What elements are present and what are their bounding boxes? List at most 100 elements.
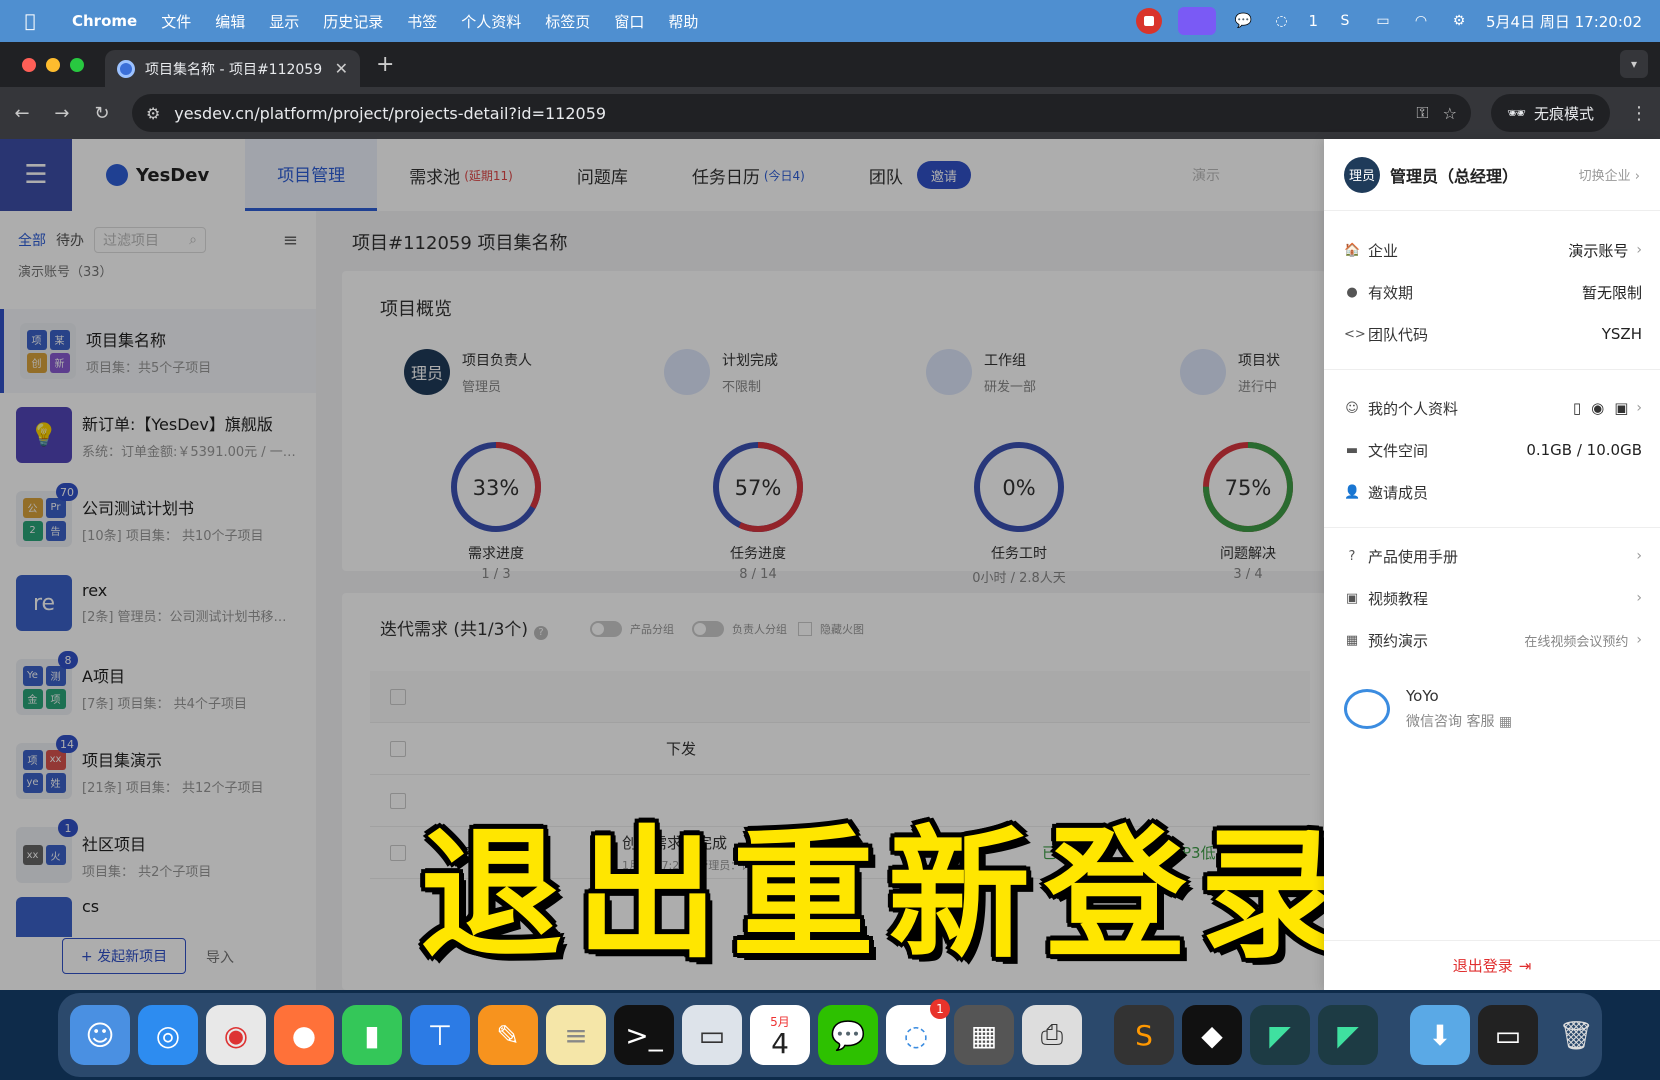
incognito-label: 无痕模式 — [1533, 104, 1594, 123]
message-tray-icon[interactable]: ◌ — [1270, 11, 1292, 31]
terminal-icon[interactable]: ▣ — [1614, 399, 1628, 417]
forward-icon[interactable]: → — [52, 103, 72, 124]
row-value: 演示账号 — [1568, 241, 1629, 260]
screen-record-icon[interactable] — [1136, 8, 1163, 34]
wifi-icon[interactable]: ◠ — [1410, 11, 1432, 31]
row-team-code: <> 团队代码 YSZH — [1324, 313, 1660, 355]
battery-icon[interactable]: ▭ — [1372, 11, 1394, 31]
menu-tab[interactable]: 标签页 — [533, 11, 602, 32]
zoom-window-button[interactable] — [70, 57, 84, 72]
url-text[interactable]: yesdev.cn/platform/project/projects-deta… — [174, 104, 1402, 123]
minimize-window-button[interactable] — [46, 57, 60, 72]
menubar-datetime[interactable]: 5月4日 周日 17:20:02 — [1486, 11, 1642, 32]
yesdev-favicon-icon — [117, 59, 135, 78]
messages-icon[interactable]: ◌ 1 — [886, 999, 950, 1065]
browser-tab-title: 项目集名称 - 项目#112059 - Y — [145, 61, 325, 78]
yoyo-support[interactable]: YoYo 微信咨询 客服 ▦ — [1344, 687, 1512, 731]
browser-tab-active[interactable]: 项目集名称 - 项目#112059 - Y ✕ — [105, 50, 360, 87]
menu-edit[interactable]: 编辑 — [203, 11, 257, 32]
qr-code-icon[interactable]: ▦ — [1499, 714, 1512, 730]
menu-history[interactable]: 历史记录 — [311, 11, 395, 32]
recent-window-icon[interactable]: ▭ — [1478, 1005, 1538, 1065]
menu-app-chrome[interactable]: Chrome — [60, 12, 149, 30]
row-value: 0.1GB / 10.0GB — [1526, 441, 1642, 459]
row-product-manual[interactable]: ? 产品使用手册 › — [1324, 535, 1660, 577]
row-invite-member[interactable]: 👤 邀请成员 — [1324, 471, 1660, 513]
row-label: 视频教程 — [1368, 589, 1429, 608]
reload-icon[interactable]: ↻ — [92, 103, 112, 124]
back-icon[interactable]: ← — [12, 103, 32, 124]
s-app-tray-icon[interactable]: S — [1334, 11, 1356, 31]
new-tab-icon[interactable]: + — [376, 52, 394, 77]
editor-app-2-icon[interactable]: ◤ — [1318, 1005, 1378, 1065]
notification-badge: 1 — [930, 999, 950, 1019]
divider — [1324, 527, 1660, 528]
cube-app-icon[interactable]: ◆ — [1182, 1005, 1242, 1065]
site-info-icon[interactable]: ⚙ — [146, 104, 160, 123]
tab-search-icon[interactable]: ▾ — [1620, 50, 1648, 78]
wechat-icon[interactable]: 💬 — [818, 1005, 878, 1065]
menu-profiles[interactable]: 个人资料 — [449, 11, 533, 32]
close-tab-icon[interactable]: ✕ — [335, 59, 348, 78]
menu-view[interactable]: 显示 — [257, 11, 311, 32]
wechat-icon[interactable]: ◉ — [1591, 399, 1604, 417]
calendar-icon: ▦ — [1345, 632, 1359, 648]
notes-icon[interactable]: ≡ — [546, 1005, 606, 1065]
wechat-tray-icon[interactable]: 💬 — [1232, 11, 1254, 31]
folder-icon: ▬ — [1345, 442, 1359, 458]
video-caption: 退出重新登录 — [420, 813, 1356, 978]
incognito-icon: 🕶 — [1506, 104, 1526, 122]
chevron-right-icon: › — [1636, 548, 1642, 564]
control-center-icon[interactable]: ⚙ — [1448, 11, 1470, 31]
avatar[interactable]: 理员 — [1344, 156, 1380, 193]
add-user-icon: 👤 — [1344, 484, 1361, 500]
menu-file[interactable]: 文件 — [149, 11, 203, 32]
trash-icon[interactable]: 🗑 — [1546, 1005, 1606, 1065]
calendar-icon[interactable]: 5月 4 — [750, 1005, 810, 1065]
phone-icon[interactable]: ▯ — [1573, 399, 1581, 417]
printer-icon[interactable]: ⎙ — [1022, 1005, 1082, 1065]
divider — [1324, 369, 1660, 370]
menu-help[interactable]: 帮助 — [656, 11, 710, 32]
sublime-text-icon[interactable]: S — [1114, 1005, 1174, 1065]
firefox-icon[interactable]: ● — [274, 1005, 334, 1065]
keynote-icon[interactable]: ⊤ — [410, 1005, 470, 1065]
chrome-menu-icon[interactable]: ⋮ — [1630, 103, 1648, 124]
chevron-right-icon: › — [1634, 169, 1640, 184]
terminal-icon[interactable]: >_ — [614, 1005, 674, 1065]
calculator-icon[interactable]: ▦ — [954, 1005, 1014, 1065]
menu-bookmarks[interactable]: 书签 — [395, 11, 449, 32]
incognito-badge[interactable]: 🕶 无痕模式 — [1490, 94, 1610, 132]
editor-app-icon[interactable]: ◤ — [1250, 1005, 1310, 1065]
row-book-demo[interactable]: ▦ 预约演示 在线视频会议预约 › — [1324, 619, 1660, 661]
chrome-icon[interactable]: ◉ — [206, 1005, 266, 1065]
safari-icon[interactable]: ◎ — [138, 1005, 198, 1065]
macos-menu-bar:  Chrome 文件 编辑 显示 历史记录 书签 个人资料 标签页 窗口 帮助… — [0, 0, 1660, 42]
downloads-folder-icon[interactable]: ⬇ — [1410, 1005, 1470, 1065]
row-validity: ● 有效期 暂无限制 — [1324, 271, 1660, 313]
row-company[interactable]: 🏠 企业 演示账号 › — [1324, 229, 1660, 271]
close-window-button[interactable] — [22, 57, 36, 72]
numbers-icon[interactable]: ▮ — [342, 1005, 402, 1065]
calendar-day: 4 — [771, 1026, 789, 1060]
finder-icon[interactable]: ☺ — [70, 1005, 130, 1065]
row-label: 预约演示 — [1368, 631, 1429, 650]
screen-share-icon[interactable] — [1178, 7, 1217, 35]
row-video-tutorial[interactable]: ▣ 视频教程 › — [1324, 577, 1660, 619]
screenshot-app-icon[interactable]: ▭ — [682, 1005, 742, 1065]
pages-icon[interactable]: ✎ — [478, 1005, 538, 1065]
switch-label: 切换企业 — [1578, 169, 1631, 184]
apple-menu-icon[interactable]:  — [0, 11, 60, 32]
code-icon: <> — [1344, 326, 1366, 342]
row-file-space: ▬ 文件空间 0.1GB / 10.0GB — [1324, 429, 1660, 471]
password-key-icon[interactable]: ⚿ — [1416, 103, 1428, 123]
logout-icon: ⇥ — [1518, 956, 1532, 975]
switch-company-link[interactable]: 切换企业 › — [1579, 165, 1640, 184]
logout-button[interactable]: 退出登录 ⇥ — [1324, 940, 1660, 990]
bookmark-star-icon[interactable]: ☆ — [1443, 104, 1457, 123]
support-name: YoYo — [1406, 687, 1439, 705]
url-omnibox[interactable]: ⚙ yesdev.cn/platform/project/projects-de… — [131, 94, 1471, 132]
menu-window[interactable]: 窗口 — [602, 11, 656, 32]
row-my-profile[interactable]: ☺ 我的个人资料 ▯ ◉ ▣ › — [1324, 387, 1660, 429]
chat-bubble-icon — [1344, 689, 1390, 729]
